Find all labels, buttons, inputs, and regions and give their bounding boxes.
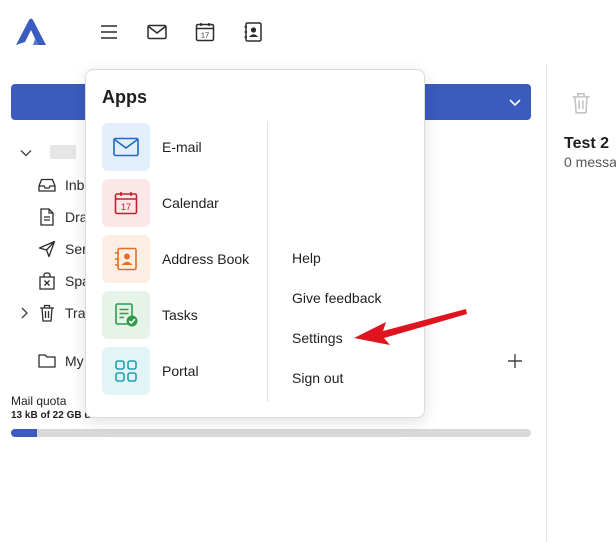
folder-title: Test 2: [564, 135, 610, 152]
help-link[interactable]: Help: [292, 250, 321, 266]
app-label: Portal: [162, 363, 199, 379]
pane-divider: [546, 64, 547, 542]
mail-icon[interactable]: [145, 20, 169, 44]
popup-title: Apps: [102, 87, 147, 107]
add-folder-icon[interactable]: [506, 352, 524, 370]
folder-spam[interactable]: Spa: [38, 269, 90, 293]
sent-icon: [38, 240, 56, 258]
folder-label: Inb: [65, 177, 85, 193]
folder-label: My: [65, 353, 84, 369]
folder-inbox[interactable]: Inb: [38, 173, 84, 197]
calendar-icon[interactable]: 17: [193, 20, 217, 44]
folder-trash[interactable]: Tra: [38, 301, 85, 325]
trash-icon[interactable]: [571, 92, 591, 114]
spam-icon: [38, 272, 56, 290]
settings-link[interactable]: Settings: [292, 330, 343, 346]
top-bar: 17: [0, 0, 616, 64]
app-address-book[interactable]: Address Book: [102, 235, 262, 283]
calendar-day: 17: [121, 202, 131, 212]
folder-my[interactable]: My: [38, 349, 84, 373]
message-count: 0 messa: [564, 154, 616, 170]
sign-out-link[interactable]: Sign out: [292, 370, 343, 386]
folder-label: Tra: [65, 305, 86, 321]
app-label: E-mail: [162, 139, 202, 155]
app-email[interactable]: E-mail: [102, 123, 262, 171]
folder-icon: [38, 352, 56, 370]
calendar-icon-day: 17: [201, 31, 209, 40]
chevron-right-icon[interactable]: [19, 306, 31, 320]
popup-divider: [267, 122, 268, 402]
app-label: Address Book: [162, 251, 250, 267]
app-label: Calendar: [162, 195, 219, 211]
grid-icon: [102, 347, 150, 395]
envelope-icon: [102, 123, 150, 171]
chevron-down-icon[interactable]: [19, 146, 33, 160]
folder-drafts[interactable]: Dra: [38, 205, 88, 229]
trash-icon: [38, 304, 56, 322]
app-tasks[interactable]: Tasks: [102, 291, 262, 339]
quota-label: Mail quota: [11, 394, 67, 408]
annotation-arrow-icon: [350, 305, 468, 351]
brand-logo[interactable]: [13, 17, 49, 47]
folder-sent[interactable]: Ser: [38, 237, 87, 261]
apps-popup: Apps E-mail 17 Calendar Address Book Tas…: [85, 69, 425, 418]
calendar-icon: 17: [102, 179, 150, 227]
tasks-icon: [102, 291, 150, 339]
app-calendar[interactable]: 17 Calendar: [102, 179, 262, 227]
app-portal[interactable]: Portal: [102, 347, 262, 395]
inbox-icon: [38, 176, 56, 194]
contacts-icon: [102, 235, 150, 283]
quota-progress-fill: [11, 429, 37, 437]
account-name[interactable]: [50, 145, 76, 159]
hamburger-menu-icon[interactable]: [97, 20, 121, 44]
address-book-icon[interactable]: [241, 20, 265, 44]
quota-progress-bar: [11, 429, 531, 437]
give-feedback-link[interactable]: Give feedback: [292, 290, 382, 306]
drafts-icon: [38, 208, 56, 226]
chevron-down-icon[interactable]: [507, 94, 523, 110]
folder-label: Ser: [65, 241, 87, 257]
app-label: Tasks: [162, 307, 198, 323]
